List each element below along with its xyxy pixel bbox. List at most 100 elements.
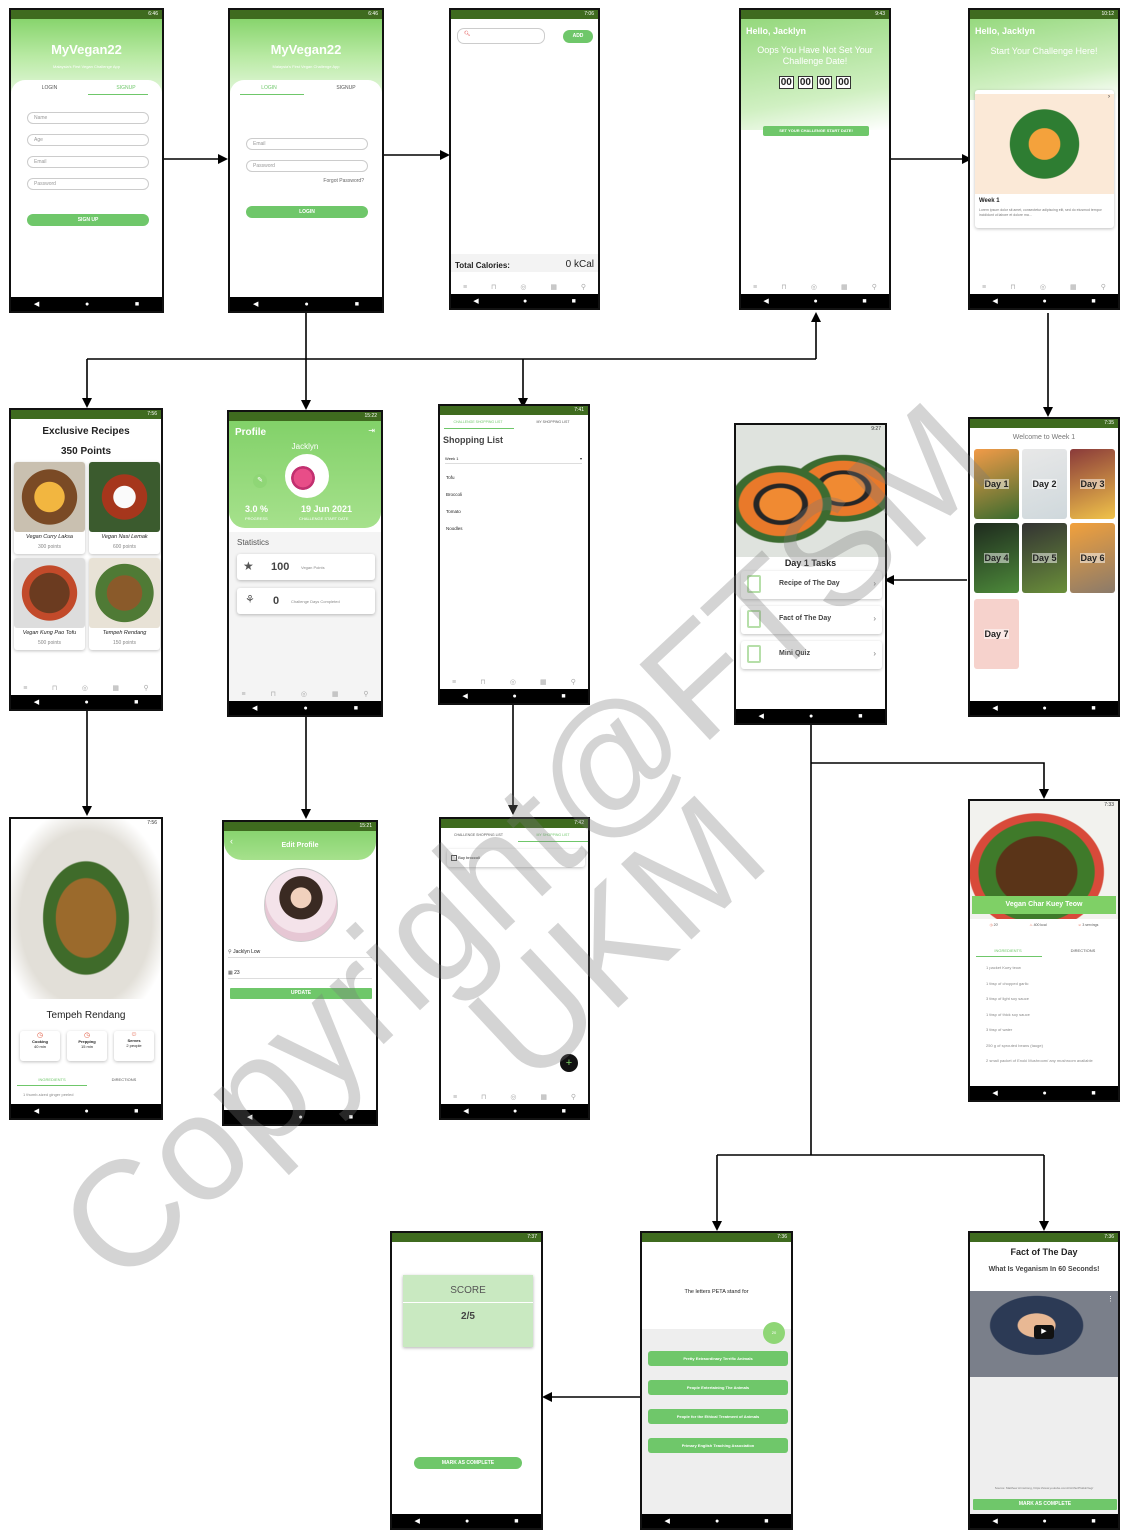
tab-challenge-list[interactable]: CHALLENGE SHOPPING LIST — [440, 420, 516, 424]
set-date-button[interactable]: SET YOUR CHALLENGE START DATE! — [763, 126, 869, 136]
task-recipe[interactable]: Recipe of The Day › — [741, 571, 882, 599]
compass-icon[interactable]: ◎ — [1040, 283, 1046, 291]
home-icon[interactable]: ● — [513, 1108, 517, 1115]
recent-icon[interactable]: ■ — [354, 705, 358, 712]
back-icon[interactable]: ◀ — [34, 301, 39, 308]
task-quiz[interactable]: Mini Quiz › — [741, 641, 882, 669]
task-fact[interactable]: Fact of The Day › — [741, 606, 882, 634]
compass-icon[interactable]: ◎ — [82, 684, 88, 692]
back-icon[interactable]: ◀ — [763, 298, 768, 305]
checkbox[interactable] — [451, 854, 457, 861]
recent-icon[interactable]: ■ — [764, 1518, 768, 1525]
login-button[interactable]: LOGIN — [246, 206, 368, 218]
search-input[interactable]: 🔍︎ — [457, 28, 545, 44]
home-icon[interactable]: ● — [1042, 298, 1046, 305]
video-player[interactable]: ▶ ⋮ — [970, 1291, 1118, 1377]
recipe-card[interactable]: Vegan Curry Laksa 300 points — [14, 462, 85, 554]
recent-icon[interactable]: ■ — [562, 1108, 566, 1115]
calendar-icon[interactable]: ▦ — [841, 283, 848, 291]
recent-icon[interactable]: ■ — [1091, 1518, 1095, 1525]
cart-icon[interactable]: ⊓ — [781, 283, 786, 291]
menu-icon[interactable]: ≡ — [452, 679, 456, 686]
recipe-card[interactable]: Tempeh Rendang 150 points — [89, 558, 160, 650]
back-icon[interactable]: ◀ — [247, 1114, 252, 1121]
mark-complete-button[interactable]: MARK AS COMPLETE — [973, 1499, 1117, 1510]
forgot-password-link[interactable]: Forgot Password? — [323, 178, 364, 184]
tab-directions[interactable]: DIRECTIONS — [1046, 948, 1118, 953]
home-icon[interactable]: ● — [465, 1518, 469, 1525]
tab-my-list[interactable]: MY SHOPPING LIST — [516, 420, 588, 424]
home-icon[interactable]: ● — [813, 298, 817, 305]
day-tile[interactable]: Day 3 — [1070, 449, 1115, 519]
recipe-card[interactable]: Vegan Nasi Lemak 600 points — [89, 462, 160, 554]
menu-icon[interactable]: ≡ — [241, 691, 245, 698]
mark-complete-button[interactable]: MARK AS COMPLETE — [414, 1457, 522, 1469]
play-icon[interactable]: ▶ — [1034, 1325, 1054, 1339]
back-icon[interactable]: ◀ — [992, 705, 997, 712]
home-icon[interactable]: ● — [523, 298, 527, 305]
tab-signup[interactable]: SIGNUP — [88, 85, 162, 91]
back-icon[interactable]: ◀ — [665, 1518, 670, 1525]
recent-icon[interactable]: ■ — [135, 301, 139, 308]
cart-icon[interactable]: ⊓ — [480, 678, 485, 686]
back-icon[interactable]: ◀ — [34, 1108, 39, 1115]
recent-icon[interactable]: ■ — [1091, 1090, 1095, 1097]
recent-icon[interactable]: ■ — [134, 699, 138, 706]
cart-icon[interactable]: ⊓ — [52, 684, 57, 692]
logout-icon[interactable]: ⇥ — [368, 426, 375, 435]
back-icon[interactable]: ◀ — [463, 1108, 468, 1115]
back-icon[interactable]: ◀ — [992, 1518, 997, 1525]
user-icon[interactable]: ⚲ — [581, 283, 586, 291]
quiz-option[interactable]: Pretty Extraordinary Terrific Animals — [648, 1351, 788, 1366]
menu-icon[interactable]: ≡ — [753, 284, 757, 291]
day-tile[interactable]: Day 7 — [974, 599, 1019, 669]
recent-icon[interactable]: ■ — [1091, 298, 1095, 305]
home-icon[interactable]: ● — [303, 705, 307, 712]
back-icon[interactable]: ◀ — [34, 699, 39, 706]
tab-challenge-list[interactable]: CHALLENGE SHOPPING LIST — [441, 833, 516, 837]
home-icon[interactable]: ● — [85, 301, 89, 308]
password-field[interactable]: Password — [27, 178, 149, 190]
avatar-photo[interactable] — [264, 868, 338, 942]
tab-login[interactable]: LOGIN — [230, 85, 308, 91]
password-field[interactable]: Password — [246, 160, 368, 172]
tab-signup[interactable]: SIGNUP — [308, 85, 382, 91]
age-field[interactable]: Age — [27, 134, 149, 146]
calendar-icon[interactable]: ▦ — [112, 684, 119, 692]
recent-icon[interactable]: ■ — [858, 713, 862, 720]
tab-ingredients[interactable]: INGREDIENTS — [15, 1077, 89, 1082]
menu-icon[interactable]: ≡ — [23, 685, 27, 692]
recent-icon[interactable]: ■ — [349, 1114, 353, 1121]
user-icon[interactable]: ⚲ — [1101, 283, 1106, 291]
home-icon[interactable]: ● — [1042, 705, 1046, 712]
name-field[interactable]: Name — [27, 112, 149, 124]
week-selector[interactable]: Week 1 ▾ — [445, 456, 582, 464]
week-card[interactable]: › Week 1 Lorem ipsum dolor sit amet, con… — [975, 90, 1114, 228]
tab-my-list[interactable]: MY SHOPPING LIST — [516, 833, 588, 837]
day-tile[interactable]: Day 4 — [974, 523, 1019, 593]
day-tile[interactable]: Day 2 — [1022, 449, 1067, 519]
tab-ingredients[interactable]: INGREDIENTS — [970, 948, 1046, 953]
recipe-card[interactable]: Vegan Kung Pao Tofu 500 points — [14, 558, 85, 650]
calendar-icon[interactable]: ▦ — [540, 678, 547, 686]
home-icon[interactable]: ● — [84, 1108, 88, 1115]
quiz-option[interactable]: People Entertaining The Animals — [648, 1380, 788, 1395]
cart-icon[interactable]: ⊓ — [481, 1093, 486, 1101]
home-icon[interactable]: ● — [1042, 1518, 1046, 1525]
menu-icon[interactable]: ≡ — [982, 284, 986, 291]
back-icon[interactable]: ◀ — [992, 298, 997, 305]
add-button[interactable]: ADD — [563, 30, 593, 43]
update-button[interactable]: UPDATE — [230, 988, 372, 999]
home-icon[interactable]: ● — [809, 713, 813, 720]
menu-icon[interactable]: ≡ — [463, 284, 467, 291]
edit-icon[interactable]: ✎ — [253, 474, 267, 488]
calendar-icon[interactable]: ▦ — [550, 283, 557, 291]
calendar-icon[interactable]: ▦ — [540, 1093, 547, 1101]
compass-icon[interactable]: ◎ — [510, 1093, 516, 1101]
signup-button[interactable]: SIGN UP — [27, 214, 149, 226]
home-icon[interactable]: ● — [1042, 1090, 1046, 1097]
user-icon[interactable]: ⚲ — [363, 690, 368, 698]
recent-icon[interactable]: ■ — [572, 298, 576, 305]
compass-icon[interactable]: ◎ — [301, 690, 307, 698]
add-fab[interactable]: + — [560, 1054, 578, 1072]
